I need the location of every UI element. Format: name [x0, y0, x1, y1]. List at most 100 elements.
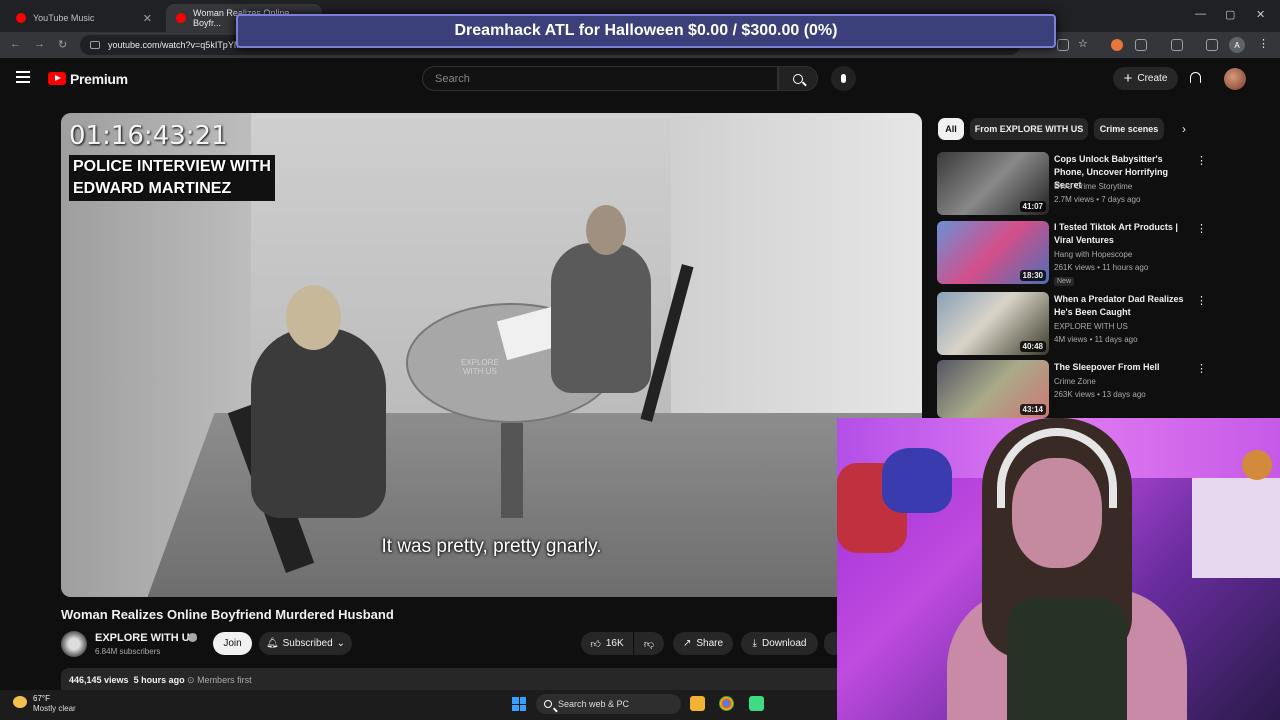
close-tab-icon[interactable]: ✕ [143, 12, 152, 25]
back-icon[interactable]: ← [10, 38, 21, 50]
members-first-label: ⊙ Members first [187, 675, 252, 685]
footage-timestamp: 01:16:43:21 [69, 121, 228, 151]
download-icon: ⤓ [752, 638, 757, 649]
chip-crime-scenes[interactable]: Crime scenes [1094, 118, 1164, 140]
chip-from-channel[interactable]: From EXPLORE WITH US [970, 118, 1088, 140]
video-player[interactable]: EXPLORE WITH US 01:16:43:21 POLICE INTER… [61, 113, 922, 597]
dislike-button[interactable]: 👎︎ [634, 632, 664, 655]
video-frame-detective [551, 243, 651, 393]
recommendation-channel[interactable]: Hang with Hopescope [1054, 250, 1132, 259]
browser-menu-icon[interactable]: ⋮ [1258, 37, 1269, 50]
tab-title: YouTube Music [33, 13, 95, 23]
extensions-puzzle-icon[interactable] [1135, 39, 1147, 51]
video-thumbnail[interactable]: 43:14 [937, 360, 1049, 418]
more-options-icon[interactable]: ⋮ [1196, 294, 1207, 307]
recommendation-title[interactable]: The Sleepover From Hell [1054, 361, 1194, 374]
tab-youtube-music[interactable]: YouTube Music ✕ [6, 4, 162, 32]
reload-icon[interactable]: ↻ [58, 38, 67, 51]
windows-start-icon[interactable] [512, 697, 526, 711]
download-label: Download [761, 638, 807, 649]
like-count: 16K [605, 638, 624, 649]
video-overlay-title: POLICE INTERVIEW WITH EDWARD MARTINEZ [69, 155, 275, 201]
video-duration: 41:07 [1019, 201, 1046, 212]
video-title: Woman Realizes Online Boyfriend Murdered… [61, 607, 394, 622]
taskbar-search[interactable]: Search web & PC [536, 694, 681, 714]
bookmark-star-icon[interactable]: ☆ [1078, 37, 1088, 50]
recommendation-title[interactable]: When a Predator Dad Realizes He's Been C… [1054, 293, 1194, 319]
weather-icon[interactable] [13, 696, 27, 708]
like-button[interactable]: 👍︎ 16K [581, 632, 633, 655]
subscribed-button[interactable]: 🔔︎ Subscribed ⌄ [259, 632, 352, 655]
webcam-plush [1242, 450, 1272, 480]
members-icon: ⊙ [187, 675, 195, 685]
recommendation-title[interactable]: I Tested Tiktok Art Products | Viral Ven… [1054, 221, 1194, 247]
site-info-icon[interactable] [90, 41, 100, 49]
chevron-right-icon[interactable]: › [1182, 122, 1186, 136]
more-options-icon[interactable]: ⋮ [1196, 154, 1207, 167]
channel-avatar[interactable] [61, 631, 87, 657]
more-options-icon[interactable]: ⋮ [1196, 222, 1207, 235]
recommendation-channel[interactable]: Crime Zone [1054, 377, 1096, 386]
streamer-webcam [837, 418, 1280, 720]
search-button[interactable] [778, 66, 818, 91]
share-icon: ↗ [682, 638, 692, 649]
search-icon [793, 73, 803, 84]
view-count: 446,145 views 5 hours ago [69, 675, 185, 685]
url-text: youtube.com/watch?v=q5kITpYM [108, 40, 242, 50]
subscriber-count: 6.84M subscribers [95, 647, 161, 656]
download-button[interactable]: ⤓ Download [741, 632, 818, 655]
video-frame-detective-head [586, 205, 626, 255]
video-subtitle: It was pretty, pretty gnarly. [381, 536, 602, 557]
recommendation-meta: 4M views • 11 days ago [1054, 335, 1138, 344]
close-window-icon[interactable]: ✕ [1256, 8, 1265, 21]
recommendation-meta: 2.7M views • 7 days ago [1054, 195, 1141, 204]
share-button[interactable]: ↗ Share [673, 632, 733, 655]
webcam-pillow [882, 448, 952, 513]
channel-watermark: EXPLORE WITH US [461, 358, 499, 376]
side-panel-icon[interactable] [1171, 39, 1183, 51]
video-thumbnail[interactable]: 41:07 [937, 152, 1049, 215]
video-thumbnail[interactable]: 18:30 [937, 221, 1049, 284]
chrome-icon[interactable] [719, 696, 734, 711]
temperature[interactable]: 67°F [33, 694, 50, 703]
video-frame-suspect [251, 328, 386, 518]
youtube-premium-wordmark[interactable]: Premium [70, 71, 128, 87]
reading-list-icon[interactable] [1206, 39, 1218, 51]
notifications-bell-icon[interactable] [1190, 72, 1201, 83]
profile-avatar[interactable]: A [1229, 37, 1245, 53]
webcam-streamer-top [1007, 598, 1127, 720]
video-frame-table-base [501, 423, 523, 518]
chip-all[interactable]: All [938, 118, 964, 140]
search-input[interactable]: Search [422, 66, 778, 91]
chevron-down-icon: ⌄ [336, 638, 346, 649]
verified-badge-icon [188, 633, 197, 642]
channel-name[interactable]: EXPLORE WITH US [95, 632, 197, 644]
weather-condition[interactable]: Mostly clear [33, 704, 76, 713]
donation-goal-banner: Dreamhack ATL for Halloween $0.00 / $300… [236, 14, 1056, 48]
file-explorer-icon[interactable] [690, 696, 705, 711]
video-thumbnail[interactable]: 40:48 [937, 292, 1049, 355]
microphone-icon [841, 74, 846, 83]
install-app-icon[interactable] [1057, 39, 1069, 51]
recommendation-channel[interactable]: EWU Crime Storytime [1054, 182, 1132, 191]
subscribed-label: Subscribed [282, 638, 333, 649]
create-button[interactable]: + Create [1113, 67, 1178, 90]
maximize-icon[interactable]: ▢ [1225, 8, 1235, 21]
app-icon[interactable] [749, 696, 764, 711]
new-badge: New [1054, 277, 1075, 286]
webcam-shelf [1192, 478, 1280, 578]
extension-icon[interactable] [1111, 39, 1123, 51]
youtube-logo-icon[interactable] [48, 72, 66, 85]
forward-icon[interactable]: → [34, 38, 45, 50]
voice-search-button[interactable] [831, 66, 856, 91]
recommendation-channel[interactable]: EXPLORE WITH US [1054, 322, 1128, 331]
minimize-icon[interactable]: — [1195, 8, 1206, 20]
user-avatar[interactable] [1224, 68, 1246, 90]
plus-icon: + [1123, 70, 1133, 87]
hamburger-menu-icon[interactable] [16, 71, 30, 83]
join-button[interactable]: Join [213, 632, 252, 655]
more-options-icon[interactable]: ⋮ [1196, 362, 1207, 375]
search-icon [544, 700, 552, 708]
windows-taskbar [0, 690, 837, 720]
thumbs-up-icon: 👍︎ [590, 638, 601, 650]
